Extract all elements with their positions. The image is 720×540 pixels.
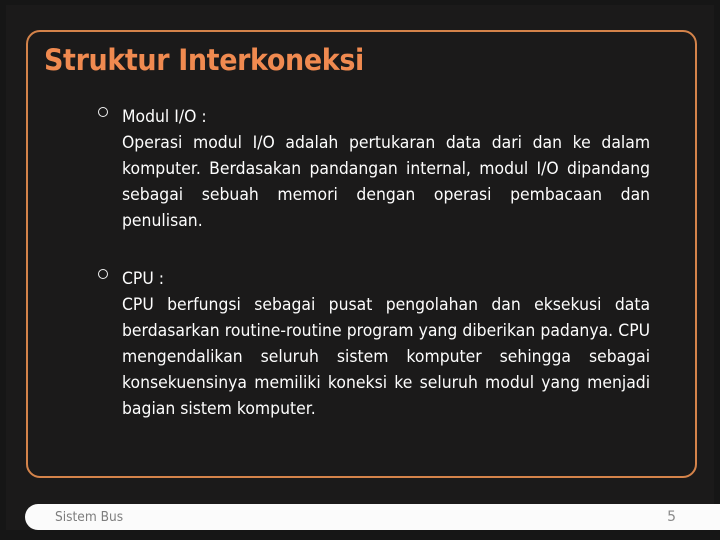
slide-title: Struktur Interkoneksi	[44, 43, 364, 77]
slide-footer-bar: Sistem Bus 5	[25, 504, 720, 530]
bullet-paragraph: Operasi modul I/O adalah pertukaran data…	[122, 133, 651, 231]
bullet-paragraph: CPU berfungsi sebagai pusat pengolahan d…	[122, 295, 651, 419]
bullet-content: CPU : CPU berfungsi sebagai pusat pengol…	[122, 266, 654, 422]
hollow-circle-bullet-icon	[98, 107, 108, 117]
hollow-circle-bullet-icon	[98, 269, 108, 279]
bullet-content: Modul I/O : Operasi modul I/O adalah per…	[122, 104, 654, 234]
footer-label: Sistem Bus	[55, 510, 124, 525]
bullet-heading: CPU :	[122, 269, 165, 289]
bullet-item-modul-io: Modul I/O : Operasi modul I/O adalah per…	[98, 104, 654, 234]
page-number: 5	[667, 509, 676, 525]
presentation-slide: Struktur Interkoneksi Modul I/O : Operas…	[0, 0, 720, 540]
bullet-heading: Modul I/O :	[122, 107, 207, 127]
slide-body: Modul I/O : Operasi modul I/O adalah per…	[98, 104, 654, 422]
bullet-item-cpu: CPU : CPU berfungsi sebagai pusat pengol…	[98, 266, 654, 422]
